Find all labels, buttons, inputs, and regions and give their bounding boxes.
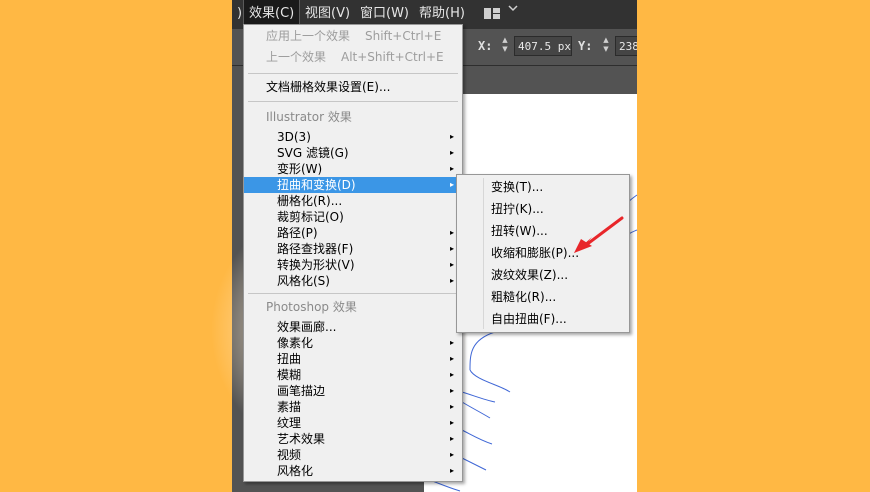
photoshop-effects-header: Photoshop 效果 (266, 300, 357, 314)
menu-item-pathfinder[interactable]: 路径查找器(F) ▸ (244, 241, 462, 257)
menu-item-stylize-illustrator[interactable]: 风格化(S) ▸ (244, 273, 462, 289)
submenu-arrow-icon: ▸ (449, 354, 454, 363)
menu-item-sketch[interactable]: 素描 ▸ (244, 399, 462, 415)
menu-divider (248, 73, 458, 74)
submenu-item-roughen[interactable]: 粗糙化(R)... (457, 286, 629, 308)
menu-divider (248, 101, 458, 102)
menu-item-distort-ps[interactable]: 扭曲 ▸ (244, 351, 462, 367)
submenu-item-zig-zag[interactable]: 波纹效果(Z)... (457, 264, 629, 286)
menu-divider (248, 293, 458, 294)
menu-item-document-raster-settings[interactable]: 文档栅格效果设置(E)... (244, 79, 462, 95)
effect-menu: 应用上一个效果 Shift+Ctrl+E 上一个效果 Alt+Shift+Ctr… (243, 24, 463, 482)
menu-item-warp[interactable]: 变形(W) ▸ (244, 161, 462, 177)
submenu-arrow-icon: ▸ (449, 228, 454, 237)
submenu-arrow-icon: ▸ (449, 370, 454, 379)
menu-item-apply-last-effect[interactable]: 应用上一个效果 Shift+Ctrl+E (244, 28, 462, 44)
submenu-arrow-icon: ▸ (449, 180, 454, 189)
menu-item-stylize-ps[interactable]: 风格化 ▸ (244, 463, 462, 479)
submenu-item-transform[interactable]: 变换(T)... (457, 176, 629, 198)
submenu-arrow-icon: ▸ (449, 148, 454, 157)
menu-item-rasterize[interactable]: 栅格化(R)... (244, 193, 462, 209)
menu-item-blur[interactable]: 模糊 ▸ (244, 367, 462, 383)
menu-item-path[interactable]: 路径(P) ▸ (244, 225, 462, 241)
submenu-arrow-icon: ▸ (449, 260, 454, 269)
menu-item-last-effect[interactable]: 上一个效果 Alt+Shift+Ctrl+E (244, 49, 462, 65)
submenu-arrow-icon: ▸ (449, 244, 454, 253)
submenu-arrow-icon: ▸ (449, 418, 454, 427)
submenu-arrow-icon: ▸ (449, 434, 454, 443)
menu-item-brush-strokes[interactable]: 画笔描边 ▸ (244, 383, 462, 399)
submenu-arrow-icon: ▸ (449, 386, 454, 395)
submenu-arrow-icon: ▸ (449, 450, 454, 459)
menu-item-video[interactable]: 视频 ▸ (244, 447, 462, 463)
menu-item-crop-marks[interactable]: 裁剪标记(O) (244, 209, 462, 225)
illustrator-effects-header: Illustrator 效果 (266, 110, 352, 124)
menu-item-texture[interactable]: 纹理 ▸ (244, 415, 462, 431)
menu-item-3d[interactable]: 3D(3) ▸ (244, 129, 462, 145)
menu-item-effect-gallery[interactable]: 效果画廊... (244, 319, 462, 335)
submenu-arrow-icon: ▸ (449, 164, 454, 173)
menu-item-distort-transform[interactable]: 扭曲和变换(D) ▸ (244, 177, 462, 193)
submenu-arrow-icon: ▸ (449, 466, 454, 475)
submenu-arrow-icon: ▸ (449, 276, 454, 285)
menu-item-pixelate[interactable]: 像素化 ▸ (244, 335, 462, 351)
submenu-arrow-icon: ▸ (449, 132, 454, 141)
submenu-item-free-distort[interactable]: 自由扭曲(F)... (457, 308, 629, 330)
menu-item-svg-filters[interactable]: SVG 滤镜(G) ▸ (244, 145, 462, 161)
red-arrow-icon (574, 216, 624, 253)
menu-item-convert-to-shape[interactable]: 转换为形状(V) ▸ (244, 257, 462, 273)
submenu-arrow-icon: ▸ (449, 338, 454, 347)
menu-item-artistic[interactable]: 艺术效果 ▸ (244, 431, 462, 447)
submenu-arrow-icon: ▸ (449, 402, 454, 411)
